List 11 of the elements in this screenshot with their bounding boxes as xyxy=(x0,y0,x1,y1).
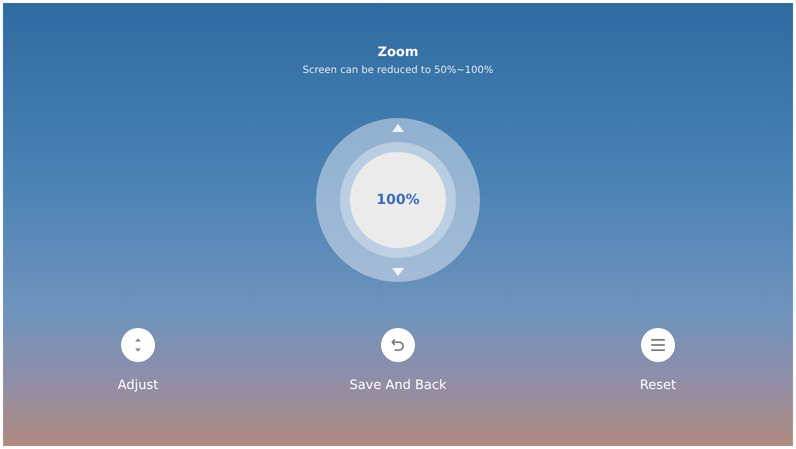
menu-icon[interactable] xyxy=(641,328,675,362)
action-label: Save And Back xyxy=(349,378,447,393)
action-label: Reset xyxy=(640,378,676,393)
adjust-icon[interactable] xyxy=(121,328,155,362)
down-arrow-icon[interactable] xyxy=(392,268,404,276)
screen-subtitle: Screen can be reduced to 50%~100% xyxy=(302,65,494,76)
up-arrow-icon[interactable] xyxy=(392,124,404,132)
action-label: Adjust xyxy=(118,378,158,393)
zoom-dial[interactable]: 100% xyxy=(316,118,480,282)
zoom-value: 100% xyxy=(376,192,420,208)
screen-title: Zoom xyxy=(378,45,418,60)
